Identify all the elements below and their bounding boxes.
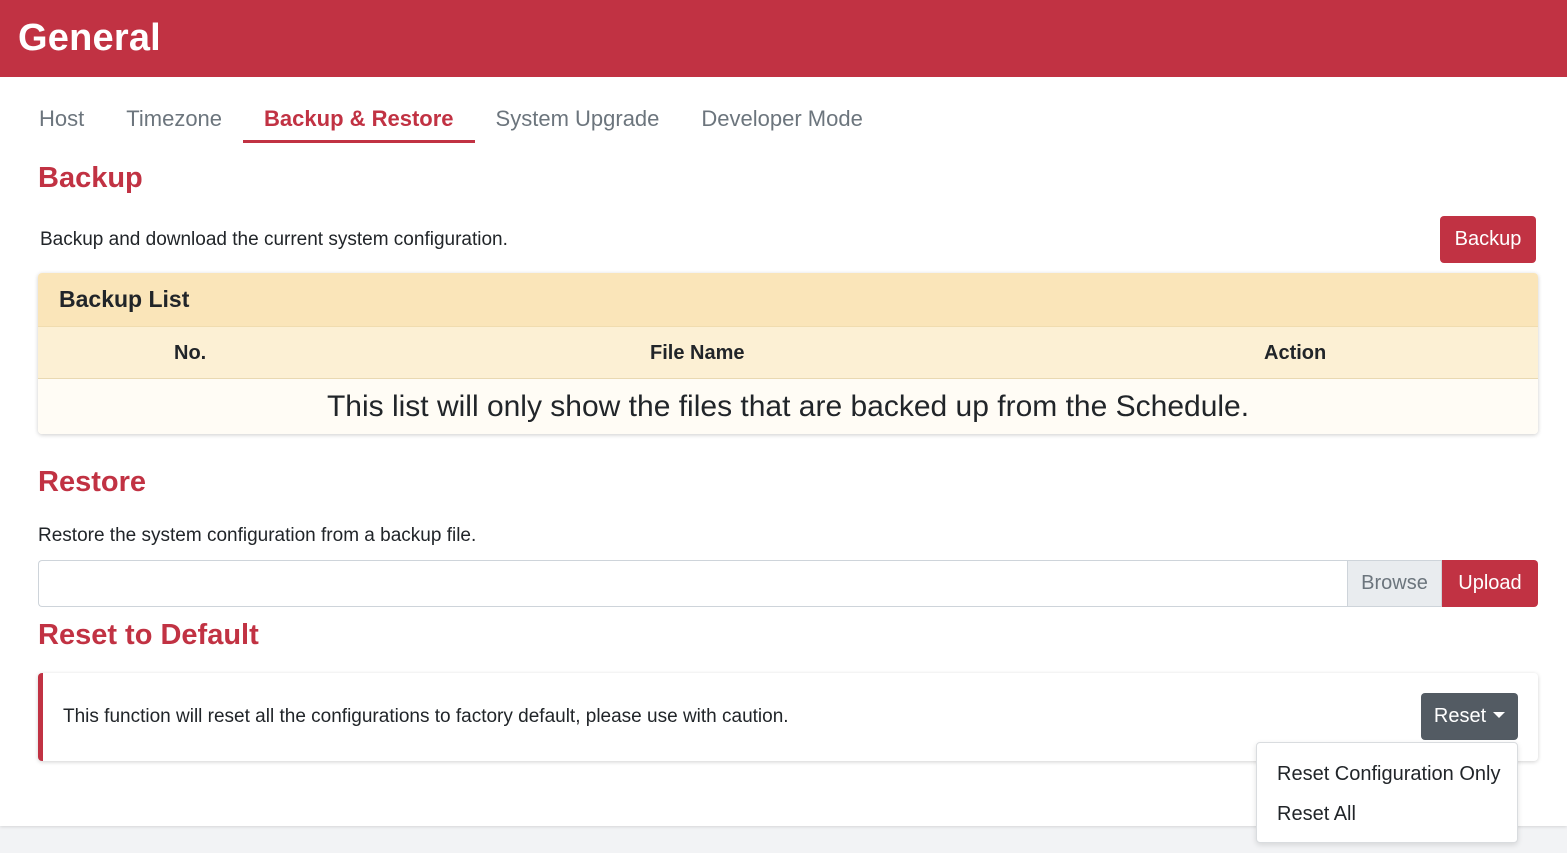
backup-section-title: Backup <box>38 162 143 194</box>
column-header-no: No. <box>174 342 207 364</box>
app-header: General <box>0 0 1567 77</box>
restore-file-group: Browse Upload <box>38 560 1538 607</box>
restore-section-title: Restore <box>38 466 146 498</box>
restore-description: Restore the system configuration from a … <box>38 525 477 546</box>
tab-backup-restore[interactable]: Backup & Restore <box>243 96 475 143</box>
backup-list-card: Backup List No. File Name Action This li… <box>38 273 1538 434</box>
reset-warning-text: This function will reset all the configu… <box>63 706 789 727</box>
reset-dropdown-menu: Reset Configuration Only Reset All <box>1256 742 1518 843</box>
reset-button-label: Reset <box>1433 705 1487 727</box>
browse-button[interactable]: Browse <box>1347 560 1442 607</box>
reset-dropdown-button[interactable]: Reset <box>1421 693 1518 740</box>
tab-bar: Host Timezone Backup & Restore System Up… <box>18 96 884 143</box>
upload-button[interactable]: Upload <box>1442 560 1538 607</box>
tab-system-upgrade[interactable]: System Upgrade <box>475 96 681 143</box>
tab-host[interactable]: Host <box>18 96 105 143</box>
tab-timezone[interactable]: Timezone <box>105 96 243 143</box>
column-header-action: Action <box>1264 342 1327 364</box>
backup-button[interactable]: Backup <box>1440 216 1536 263</box>
tab-developer-mode[interactable]: Developer Mode <box>680 96 883 143</box>
caret-down-icon <box>1493 711 1506 718</box>
reset-section-title: Reset to Default <box>38 619 259 651</box>
column-header-file-name: File Name <box>650 342 745 364</box>
backup-list-header-row: No. File Name Action <box>38 327 1538 379</box>
page: General Host Timezone Backup & Restore S… <box>0 0 1567 843</box>
menu-item-reset-all[interactable]: Reset All <box>1277 803 1356 826</box>
menu-item-reset-configuration-only[interactable]: Reset Configuration Only <box>1277 763 1500 786</box>
backup-description: Backup and download the current system c… <box>40 229 508 250</box>
backup-list-empty-message: This list will only show the files that … <box>38 379 1538 434</box>
restore-file-input[interactable] <box>38 560 1347 607</box>
backup-list-title: Backup List <box>38 273 1538 327</box>
page-title: General <box>18 17 161 59</box>
